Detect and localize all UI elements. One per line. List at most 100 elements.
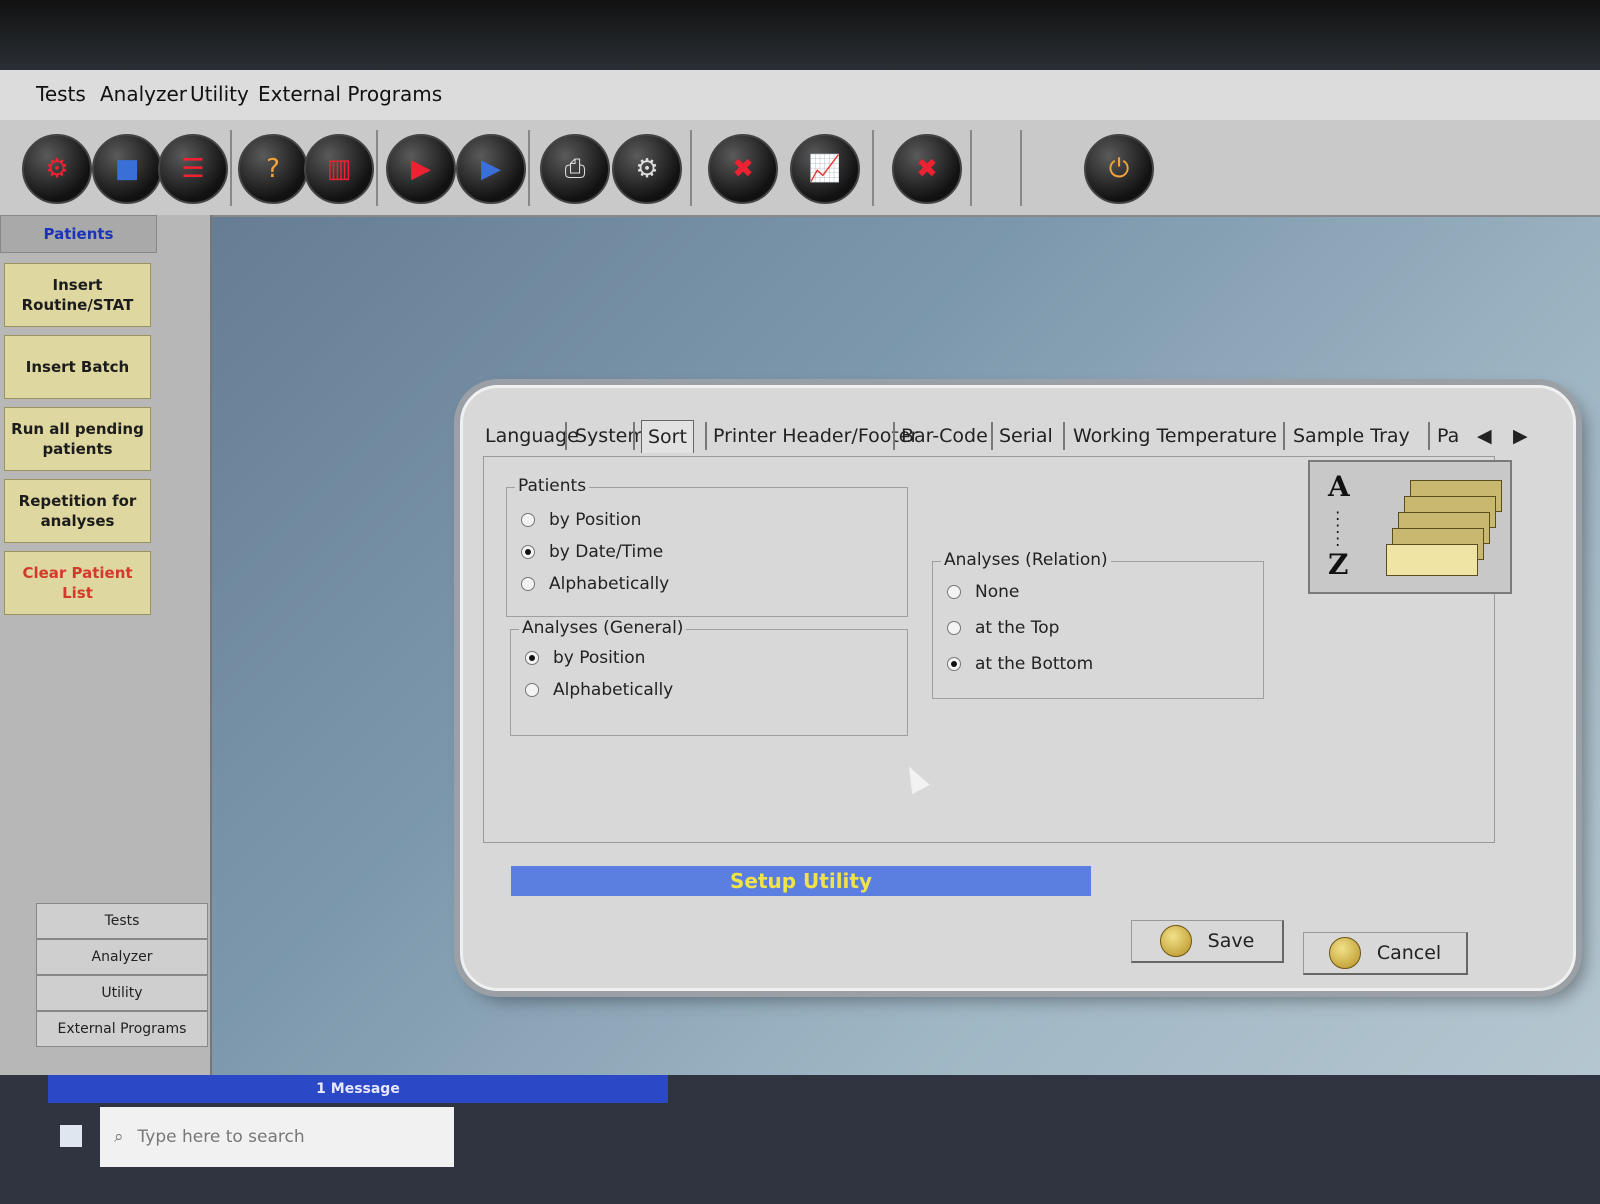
relation-at-the-bottom-radio[interactable]: at the Bottom: [947, 654, 1093, 674]
nav-external-programs[interactable]: External Programs: [36, 1011, 208, 1047]
printer-icon: ⎙: [564, 153, 586, 184]
tab-separator: [991, 422, 993, 450]
toolbar-separator: [970, 130, 972, 206]
box-icon: ■: [114, 154, 140, 184]
analyses-relation-group-title: Analyses (Relation): [941, 550, 1111, 570]
tab-pa[interactable]: Pa: [1437, 420, 1459, 452]
relation-none-radio[interactable]: None: [947, 582, 1019, 602]
printer-button[interactable]: ⎙: [540, 134, 610, 204]
menu-utility[interactable]: Utility: [190, 82, 249, 106]
tab-separator: [705, 422, 707, 450]
analyses-general-by-position-radio[interactable]: by Position: [525, 648, 645, 668]
alert-icon: ?: [266, 154, 280, 184]
tab-bar-code[interactable]: Bar-Code: [901, 420, 988, 452]
clear-patient-list-button[interactable]: Clear Patient List: [4, 551, 151, 615]
cancel-button[interactable]: Cancel: [1303, 932, 1468, 975]
radio-label: at the Bottom: [975, 654, 1094, 674]
tab-serial[interactable]: Serial: [999, 420, 1053, 452]
taskbar-search-input[interactable]: ⌕ Type here to search: [100, 1107, 454, 1167]
menu-external-programs[interactable]: External Programs: [258, 82, 442, 106]
radio-dot: [947, 585, 961, 599]
analyses-relation-group: Analyses (Relation) None at the Top at t…: [932, 550, 1264, 699]
tab-printer-header-footer[interactable]: Printer Header/Footer: [713, 420, 918, 452]
message-bar[interactable]: 1 Message: [48, 1075, 668, 1103]
chart-button[interactable]: 📈: [790, 134, 860, 204]
nav-tests[interactable]: Tests: [36, 903, 208, 939]
radio-dot-selected: [521, 545, 535, 559]
arrow-right-icon: ▶: [411, 154, 431, 184]
patients-group-title: Patients: [515, 476, 590, 496]
tab-separator: [565, 422, 567, 450]
bars-icon: ▥: [326, 154, 352, 184]
radio-label: None: [975, 582, 1020, 602]
power-icon: ⏻: [1108, 153, 1130, 184]
radio-label: at the Top: [975, 618, 1060, 638]
results-button[interactable]: ▥: [304, 134, 374, 204]
taskbar: 1 Message ⌕ Type here to search: [0, 1075, 1600, 1204]
tab-separator: [1063, 422, 1065, 450]
gear-icon: ⚙: [45, 154, 69, 184]
help-gear-button[interactable]: ⚙: [22, 134, 92, 204]
patients-by-position-radio[interactable]: by Position: [521, 510, 641, 530]
tab-scroll-right-icon[interactable]: ▶: [1513, 420, 1528, 452]
radio-dot: [947, 621, 961, 635]
patients-group: Patients by Position by Date/Time Alphab…: [506, 476, 908, 617]
tab-sort[interactable]: Sort: [641, 420, 694, 453]
thumbs-down-icon: [1328, 937, 1361, 969]
tab-separator: [893, 422, 895, 450]
relation-at-the-top-radio[interactable]: at the Top: [947, 618, 1059, 638]
repetition-analyses-button[interactable]: Repetition for analyses: [4, 479, 151, 543]
search-placeholder: Type here to search: [137, 1127, 305, 1147]
tab-sample-tray[interactable]: Sample Tray: [1293, 420, 1410, 452]
windows-start-icon[interactable]: [60, 1125, 82, 1147]
patients-by-date-time-radio[interactable]: by Date/Time: [521, 542, 663, 562]
delete-document-button[interactable]: ✖: [708, 134, 778, 204]
radio-dot: [525, 683, 539, 697]
insert-routine-stat-button[interactable]: Insert Routine/STAT: [4, 263, 151, 327]
radio-label: by Position: [549, 510, 642, 530]
menu-tests[interactable]: Tests: [36, 82, 86, 106]
settings-button[interactable]: ⚙: [612, 134, 682, 204]
radio-label: by Date/Time: [549, 542, 664, 562]
gears-icon: ⚙: [635, 154, 659, 184]
toolbar-separator: [690, 130, 692, 206]
toolbar-separator: [528, 130, 530, 206]
radio-label: Alphabetically: [549, 574, 670, 594]
radio-dot: [521, 577, 535, 591]
toolbar-separator: [1020, 130, 1022, 206]
document-x-icon: ✖: [916, 154, 938, 184]
analyses-general-group-title: Analyses (General): [519, 618, 687, 638]
tab-system[interactable]: System: [575, 420, 646, 452]
exit-button[interactable]: ⏻: [1084, 134, 1154, 204]
cancel-label: Cancel: [1376, 942, 1442, 964]
nav-analyzer[interactable]: Analyzer: [36, 939, 208, 975]
document-x-icon: ✖: [732, 154, 754, 184]
radio-dot-selected: [947, 657, 961, 671]
tab-scroll-left-icon[interactable]: ◀: [1477, 420, 1492, 452]
send-button[interactable]: ▶: [386, 134, 456, 204]
tab-working-temperature[interactable]: Working Temperature: [1073, 420, 1277, 452]
nav-utility[interactable]: Utility: [36, 975, 208, 1011]
menu-analyzer[interactable]: Analyzer: [100, 82, 187, 106]
insert-batch-button[interactable]: Insert Batch: [4, 335, 151, 399]
alert-button[interactable]: ?: [238, 134, 308, 204]
toolbar-separator: [230, 130, 232, 206]
analyses-general-alphabetically-radio[interactable]: Alphabetically: [525, 680, 673, 700]
list-icon: ☰: [181, 154, 205, 184]
sidebar: Patients Insert Routine/STAT Insert Batc…: [0, 215, 212, 1075]
thumbs-up-icon: [1159, 925, 1192, 957]
monitor-bezel: [0, 0, 1600, 70]
delete-report-button[interactable]: ✖: [892, 134, 962, 204]
radio-dot-selected: [525, 651, 539, 665]
patients-alphabetically-radio[interactable]: Alphabetically: [521, 574, 669, 594]
toolbar-separator: [872, 130, 874, 206]
list-button[interactable]: ☰: [158, 134, 228, 204]
setup-dialog: Language System Sort Printer Header/Foot…: [460, 385, 1576, 991]
save-button[interactable]: Save: [1131, 920, 1284, 963]
transfer-button[interactable]: ▶: [456, 134, 526, 204]
save-label: Save: [1207, 930, 1255, 952]
run-pending-patients-button[interactable]: Run all pending patients: [4, 407, 151, 471]
analyses-general-group: Analyses (General) by Position Alphabeti…: [510, 618, 908, 736]
stacked-cards-icon: [1386, 544, 1478, 576]
load-button[interactable]: ■: [92, 134, 162, 204]
